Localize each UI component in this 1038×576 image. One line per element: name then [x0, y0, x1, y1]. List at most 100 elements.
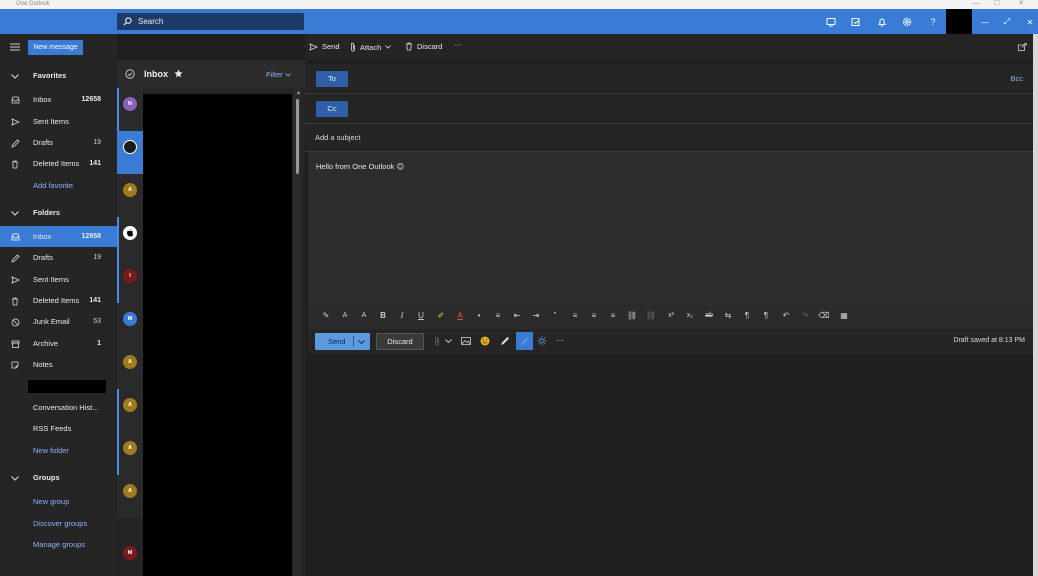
- redacted-message-previews[interactable]: [143, 94, 292, 576]
- numbering-icon[interactable]: ≡: [492, 310, 504, 322]
- redacted-folder[interactable]: [28, 380, 106, 393]
- toolbar-send-button[interactable]: Send: [309, 42, 340, 51]
- close-button[interactable]: ✕: [1023, 15, 1037, 29]
- manage-groups-link[interactable]: Manage groups: [0, 534, 117, 555]
- folder-sent-items[interactable]: Sent Items: [0, 269, 117, 290]
- link-icon[interactable]: ⛓: [626, 310, 638, 322]
- sender-avatar[interactable]: I: [123, 269, 137, 283]
- folder-notes[interactable]: Notes: [0, 354, 117, 375]
- redo-icon[interactable]: ↷: [799, 310, 811, 322]
- more-send-options[interactable]: ···: [556, 336, 564, 345]
- font-color-icon[interactable]: A: [454, 310, 466, 322]
- undo-icon[interactable]: ↶: [780, 310, 792, 322]
- font-icon[interactable]: A: [339, 310, 351, 322]
- send-button[interactable]: Send: [315, 333, 370, 350]
- restore-button[interactable]: ⤢: [1000, 15, 1014, 29]
- bold-icon[interactable]: B: [377, 310, 389, 322]
- hamburger-icon[interactable]: [10, 43, 20, 51]
- more-options-button[interactable]: ···: [454, 40, 462, 49]
- to-button[interactable]: To: [316, 71, 348, 87]
- select-all-icon[interactable]: [125, 69, 135, 79]
- discover-groups-link[interactable]: Discover groups: [0, 513, 117, 534]
- font-size-icon[interactable]: A: [358, 310, 370, 322]
- image-icon[interactable]: [461, 337, 471, 345]
- teams-icon[interactable]: [824, 15, 838, 29]
- sender-avatar[interactable]: A: [123, 484, 137, 498]
- close-window-button[interactable]: ✕: [1015, 0, 1027, 9]
- sender-avatar-selected[interactable]: [123, 140, 137, 154]
- discard-button[interactable]: Discard: [376, 333, 424, 350]
- signature-pen-icon[interactable]: [500, 336, 510, 346]
- folder-conversation-history[interactable]: Conversation Hist...: [0, 397, 117, 418]
- folder-archive[interactable]: Archive 1: [0, 333, 117, 354]
- ink-button[interactable]: [516, 332, 533, 350]
- favorites-header[interactable]: Favorites: [0, 65, 117, 86]
- align-right-icon[interactable]: ≡: [607, 310, 619, 322]
- minimize-window-button[interactable]: —: [970, 0, 982, 9]
- folder-inbox[interactable]: Inbox 12658: [0, 226, 117, 247]
- increase-indent-icon[interactable]: ⇥: [530, 310, 542, 322]
- sun-icon[interactable]: [537, 336, 547, 346]
- scrollbar-thumb[interactable]: [296, 99, 299, 174]
- paperclip-icon[interactable]: [434, 336, 440, 346]
- rtl-icon[interactable]: ¶: [760, 310, 772, 322]
- folder-junk-email[interactable]: Junk Email 53: [0, 311, 117, 332]
- quote-icon[interactable]: ”: [549, 310, 561, 322]
- italic-icon[interactable]: I: [396, 310, 408, 322]
- bell-icon[interactable]: [875, 15, 889, 29]
- new-message-button[interactable]: New message: [28, 40, 83, 55]
- attach-button[interactable]: Attach: [350, 42, 392, 52]
- strikethrough-icon[interactable]: ab: [703, 310, 715, 322]
- decrease-indent-icon[interactable]: ⇤: [511, 310, 523, 322]
- subscript-icon[interactable]: x₂: [684, 310, 696, 322]
- chevron-down-icon[interactable]: [445, 339, 452, 343]
- sender-avatar[interactable]: N: [123, 97, 137, 111]
- folder-deleted-items[interactable]: Deleted Items 141: [0, 290, 117, 311]
- toolbar-discard-button[interactable]: Discard: [405, 42, 442, 51]
- highlight-icon[interactable]: ✐: [435, 310, 447, 322]
- folder-drafts[interactable]: Drafts 19: [0, 247, 117, 268]
- sender-avatar[interactable]: A: [123, 355, 137, 369]
- folders-header[interactable]: Folders: [0, 202, 117, 223]
- sender-avatar[interactable]: A: [123, 183, 137, 197]
- sender-avatar[interactable]: A: [123, 441, 137, 455]
- favorite-sent-items[interactable]: Sent Items: [0, 111, 117, 132]
- cc-button[interactable]: Cc: [316, 101, 348, 117]
- search-box[interactable]: Search: [117, 13, 304, 30]
- bullets-icon[interactable]: •: [473, 310, 485, 322]
- align-left-icon[interactable]: ≡: [569, 310, 581, 322]
- favorite-inbox[interactable]: Inbox 12658: [0, 89, 117, 110]
- superscript-icon[interactable]: x²: [665, 310, 677, 322]
- favorite-deleted-items[interactable]: Deleted Items 141: [0, 153, 117, 174]
- favorite-drafts[interactable]: Drafts 19: [0, 132, 117, 153]
- sender-avatar[interactable]: M: [123, 312, 137, 326]
- filter-button[interactable]: Filter: [266, 70, 291, 79]
- ltr-icon[interactable]: ¶: [741, 310, 753, 322]
- underline-icon[interactable]: U: [415, 310, 427, 322]
- table-icon[interactable]: ▦: [838, 310, 850, 322]
- planner-icon[interactable]: [849, 15, 863, 29]
- account-avatar[interactable]: [946, 9, 972, 34]
- sender-avatar[interactable]: M: [123, 546, 137, 560]
- star-icon[interactable]: [174, 69, 183, 78]
- clear-formatting-icon[interactable]: ⇆: [722, 310, 734, 322]
- format-painter-icon[interactable]: ✎: [320, 310, 332, 322]
- help-icon[interactable]: ?: [926, 15, 940, 29]
- groups-header[interactable]: Groups: [0, 467, 117, 488]
- emoji-icon[interactable]: [480, 336, 490, 346]
- chevron-down-icon[interactable]: [358, 340, 365, 344]
- new-group-link[interactable]: New group: [0, 491, 117, 512]
- scroll-up-icon[interactable]: ▲: [296, 90, 301, 96]
- minimize-button[interactable]: —: [978, 15, 992, 29]
- eraser-icon[interactable]: ⌫: [818, 310, 830, 322]
- align-center-icon[interactable]: ≡: [588, 310, 600, 322]
- new-folder-link[interactable]: New folder: [0, 440, 117, 461]
- bcc-link[interactable]: Bcc: [1010, 74, 1023, 83]
- subject-input[interactable]: Add a subject: [315, 133, 360, 142]
- apple-logo-avatar[interactable]: [123, 226, 137, 240]
- folder-rss-feeds[interactable]: RSS Feeds: [0, 418, 117, 439]
- sender-avatar[interactable]: A: [123, 398, 137, 412]
- pop-out-icon[interactable]: [1018, 43, 1027, 51]
- add-favorite-link[interactable]: Add favorite: [0, 175, 117, 196]
- message-body-editor[interactable]: Hello from One Outlook 😊: [308, 152, 1033, 303]
